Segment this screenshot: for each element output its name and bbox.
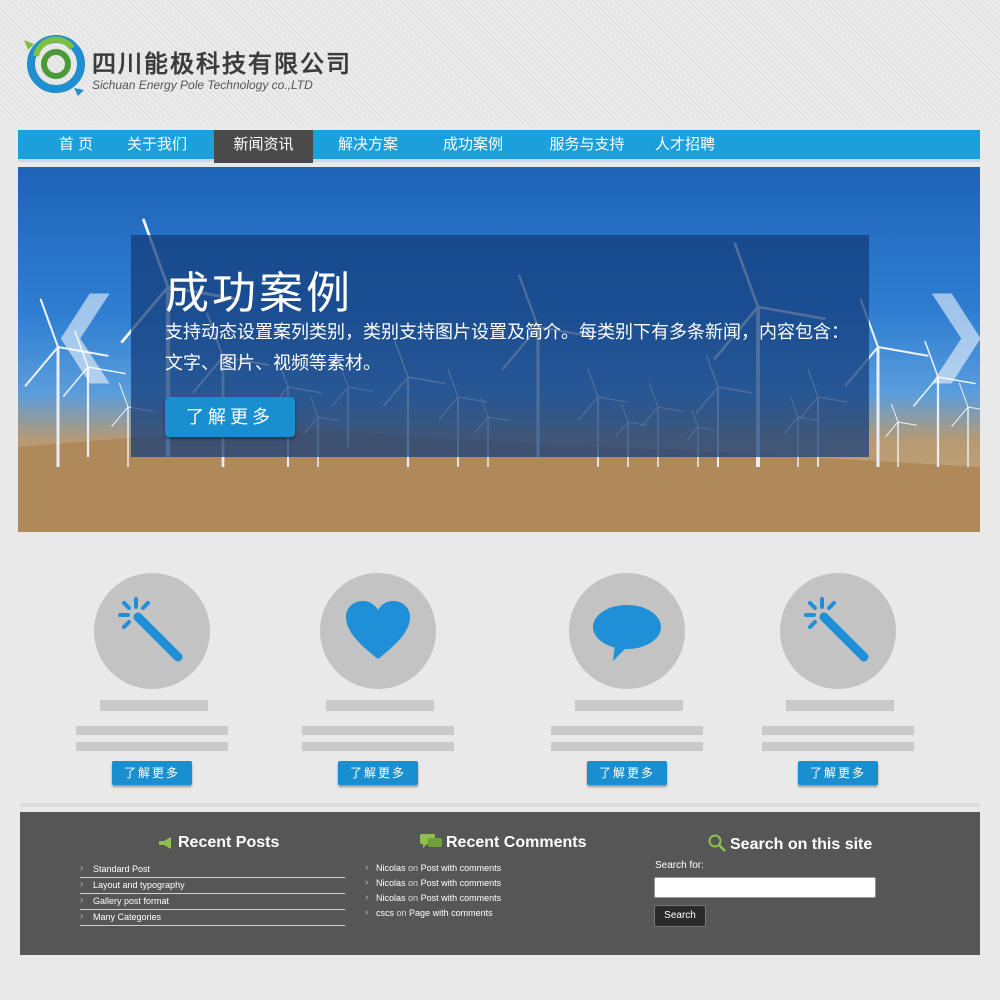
feature-text-placeholder	[302, 742, 454, 751]
recent-posts-list: Standard Post Layout and typography Gall…	[80, 861, 345, 926]
wind-turbine-shape	[951, 382, 980, 467]
search-label: Search for:	[655, 860, 704, 871]
comment-on-text: on	[408, 878, 419, 888]
feature-text-placeholder	[762, 726, 914, 735]
search-icon	[708, 834, 726, 852]
nav-item-service[interactable]: 服务与支持	[538, 130, 636, 162]
feature-title-placeholder	[326, 700, 434, 711]
comment-author-link[interactable]: Nicolas	[376, 893, 406, 903]
feature-title-placeholder	[100, 700, 208, 711]
comment-item: Nicolas on Post with comments	[365, 860, 585, 876]
megaphone-icon	[159, 837, 171, 849]
feature-block: 了解更多	[302, 573, 462, 788]
comment-item: cscs on Page with comments	[365, 905, 585, 921]
site-logo[interactable]: 四川能极科技有限公司 Sichuan Energy Pole Technolog…	[22, 30, 367, 100]
feature-title-placeholder	[575, 700, 683, 711]
comment-on-text: on	[408, 863, 419, 873]
main-nav: 首 页 关于我们 新闻资讯 解决方案 成功案例 服务与支持 人才招聘	[18, 130, 980, 163]
feature-text-placeholder	[551, 742, 703, 751]
feature-learn-more-button[interactable]: 了解更多	[798, 761, 878, 785]
nav-item-careers[interactable]: 人才招聘	[643, 130, 727, 162]
comments-icon	[420, 834, 442, 848]
comment-author-link[interactable]: cscs	[376, 908, 394, 918]
brand-name-en: Sichuan Energy Pole Technology co.,LTD	[92, 78, 313, 92]
feature-text-placeholder	[302, 726, 454, 735]
comment-item: Nicolas on Post with comments	[365, 875, 585, 891]
feature-icon-circle	[569, 573, 685, 689]
section-divider	[20, 803, 980, 807]
feature-icon-circle	[780, 573, 896, 689]
hero-learn-more-button[interactable]: 了解更多	[165, 397, 295, 437]
hero-slider: 成功案例 支持动态设置案列类别，类别支持图片设置及简介。每类别下有多条新闻，内容…	[18, 167, 980, 532]
comment-author-link[interactable]: Nicolas	[376, 863, 406, 873]
site-header: 四川能极科技有限公司 Sichuan Energy Pole Technolog…	[0, 0, 1000, 125]
wind-turbine-shape	[885, 403, 918, 467]
comment-on-text: on	[408, 893, 419, 903]
slider-prev-icon[interactable]: ❮	[48, 287, 123, 377]
slider-next-icon[interactable]: ❯	[918, 287, 980, 377]
brand-name-cn: 四川能极科技有限公司	[92, 49, 352, 78]
nav-item-cases[interactable]: 成功案例	[431, 130, 515, 162]
feature-learn-more-button[interactable]: 了解更多	[112, 761, 192, 785]
feature-text-placeholder	[76, 742, 228, 751]
recent-post-link[interactable]: Standard Post	[80, 861, 345, 878]
comment-post-link[interactable]: Page with comments	[409, 908, 493, 918]
recent-comments-title: Recent Comments	[446, 834, 587, 851]
nav-item-about[interactable]: 关于我们	[116, 130, 198, 162]
feature-title-placeholder	[786, 700, 894, 711]
search-heading: Search on this site	[708, 834, 872, 854]
recent-posts-heading: Recent Posts	[158, 834, 279, 852]
footer-widgets: Recent Posts Standard Post Layout and ty…	[20, 812, 980, 955]
feature-learn-more-button[interactable]: 了解更多	[338, 761, 418, 785]
heart-icon	[346, 601, 410, 659]
comment-on-text: on	[396, 908, 407, 918]
hero-title: 成功案例	[165, 269, 353, 318]
feature-text-placeholder	[551, 726, 703, 735]
speech-bubble-icon	[593, 605, 661, 661]
feature-block: 了解更多	[76, 573, 236, 788]
hero-caption-panel: 成功案例 支持动态设置案列类别，类别支持图片设置及简介。每类别下有多条新闻，内容…	[131, 235, 869, 457]
recent-post-link[interactable]: Layout and typography	[80, 877, 345, 894]
recent-post-link[interactable]: Many Categories	[80, 909, 345, 926]
feature-text-placeholder	[76, 726, 228, 735]
magic-wand-icon	[804, 597, 869, 662]
feature-block: 了解更多	[551, 573, 711, 788]
search-title: Search on this site	[730, 836, 873, 853]
comment-item: Nicolas on Post with comments	[365, 890, 585, 906]
nav-item-solutions[interactable]: 解决方案	[326, 130, 410, 162]
comment-author-link[interactable]: Nicolas	[376, 878, 406, 888]
hero-description: 支持动态设置案列类别，类别支持图片设置及简介。每类别下有多条新闻，内容包含：文字…	[165, 322, 849, 373]
search-button[interactable]: Search	[654, 905, 706, 927]
feature-block: 了解更多	[762, 573, 922, 788]
recent-comments-heading: Recent Comments	[420, 834, 586, 852]
nav-item-home[interactable]: 首 页	[40, 130, 112, 162]
logo-swirl-icon	[24, 35, 85, 96]
recent-posts-title: Recent Posts	[178, 834, 280, 851]
feature-learn-more-button[interactable]: 了解更多	[587, 761, 667, 785]
magic-wand-icon	[118, 597, 183, 662]
nav-item-news[interactable]: 新闻资讯	[214, 130, 313, 163]
comment-post-link[interactable]: Post with comments	[421, 893, 502, 903]
feature-icon-circle	[320, 573, 436, 689]
feature-icon-circle	[94, 573, 210, 689]
recent-comments-list: Nicolas on Post with comments Nicolas on…	[365, 860, 585, 921]
search-input[interactable]	[654, 877, 876, 898]
recent-post-link[interactable]: Gallery post format	[80, 893, 345, 910]
comment-post-link[interactable]: Post with comments	[421, 878, 502, 888]
comment-post-link[interactable]: Post with comments	[421, 863, 502, 873]
feature-text-placeholder	[762, 742, 914, 751]
